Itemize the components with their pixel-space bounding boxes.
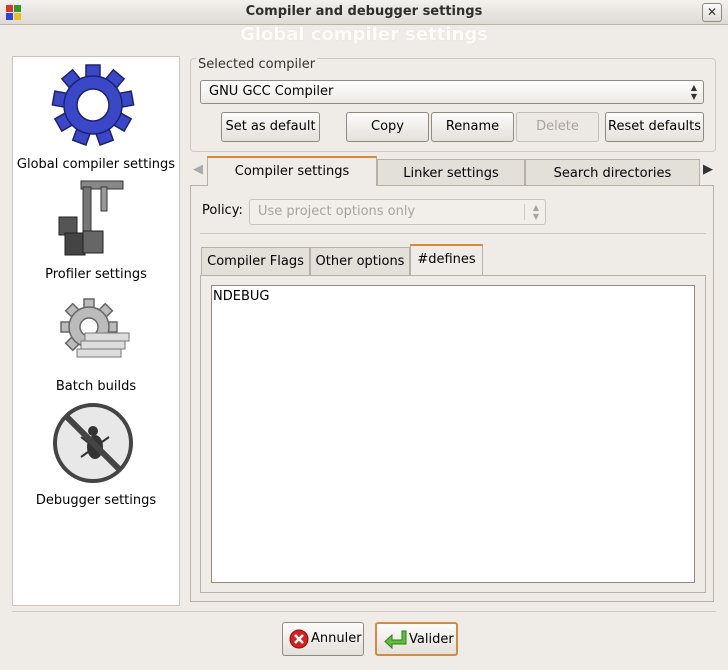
window-title: Compiler and debugger settings bbox=[245, 4, 483, 19]
policy-select[interactable]: Use project options only ▲ ▼ bbox=[249, 199, 546, 225]
enter-arrow-icon bbox=[384, 630, 407, 649]
tab-defines[interactable]: #defines bbox=[410, 244, 483, 275]
caliper-icon bbox=[58, 180, 124, 256]
divider bbox=[200, 233, 706, 234]
no-bug-icon bbox=[53, 403, 133, 483]
batch-gear-icon bbox=[60, 298, 130, 358]
sidebar-item-debugger[interactable]: Debugger settings bbox=[13, 399, 179, 511]
defines-textarea[interactable]: NDEBUG bbox=[211, 285, 695, 583]
tab-compiler-flags[interactable]: Compiler Flags bbox=[201, 247, 310, 275]
ok-label: Valider bbox=[409, 632, 454, 647]
sidebar-item-global-compiler[interactable]: Global compiler settings bbox=[13, 61, 179, 173]
updown-arrows-icon: ▲ ▼ bbox=[690, 83, 697, 101]
rename-button[interactable]: Rename bbox=[431, 112, 514, 142]
cancel-button[interactable]: Annuler bbox=[282, 622, 364, 656]
section-banner: Global compiler settings bbox=[240, 24, 488, 45]
policy-label: Policy: bbox=[202, 203, 243, 218]
sidebar-item-label: Global compiler settings bbox=[16, 157, 176, 172]
close-icon: ✕ bbox=[706, 5, 718, 19]
gear-icon bbox=[51, 64, 135, 146]
tab-compiler-settings[interactable]: Compiler settings bbox=[207, 156, 377, 186]
tab-linker-settings[interactable]: Linker settings bbox=[377, 159, 525, 186]
combo-separator bbox=[524, 204, 525, 220]
sidebar-item-label: Batch builds bbox=[55, 379, 137, 394]
tab-search-directories[interactable]: Search directories bbox=[525, 159, 700, 186]
ok-button[interactable]: Valider bbox=[375, 622, 458, 656]
cancel-icon bbox=[289, 629, 309, 649]
updown-arrows-icon: ▲ ▼ bbox=[532, 203, 539, 221]
tab-scroll-left-icon[interactable]: ◀ bbox=[193, 162, 203, 177]
cancel-label: Annuler bbox=[311, 631, 362, 646]
settings-sidebar: Global compiler settings Profiler settin… bbox=[12, 56, 180, 606]
sidebar-item-batch-builds[interactable]: Batch builds bbox=[13, 287, 179, 397]
reset-defaults-button[interactable]: Reset defaults bbox=[605, 112, 704, 142]
sidebar-item-label: Profiler settings bbox=[45, 267, 147, 282]
compiler-select[interactable]: GNU GCC Compiler ▲ ▼ bbox=[200, 80, 704, 104]
group-label: Selected compiler bbox=[196, 57, 318, 72]
tab-scroll-right-icon[interactable]: ▶ bbox=[703, 162, 713, 177]
close-button[interactable]: ✕ bbox=[702, 3, 722, 22]
footer-divider bbox=[12, 611, 716, 612]
defines-text: NDEBUG bbox=[213, 289, 270, 304]
tab-other-options[interactable]: Other options bbox=[310, 247, 410, 275]
sidebar-item-profiler[interactable]: Profiler settings bbox=[13, 175, 179, 285]
policy-select-value: Use project options only bbox=[258, 204, 416, 219]
copy-button[interactable]: Copy bbox=[346, 112, 429, 142]
set-default-button[interactable]: Set as default bbox=[221, 112, 320, 142]
compiler-select-value: GNU GCC Compiler bbox=[209, 84, 334, 99]
sidebar-item-label: Debugger settings bbox=[35, 493, 157, 508]
delete-button[interactable]: Delete bbox=[516, 112, 599, 142]
title-bar: Compiler and debugger settings ✕ bbox=[0, 0, 728, 25]
